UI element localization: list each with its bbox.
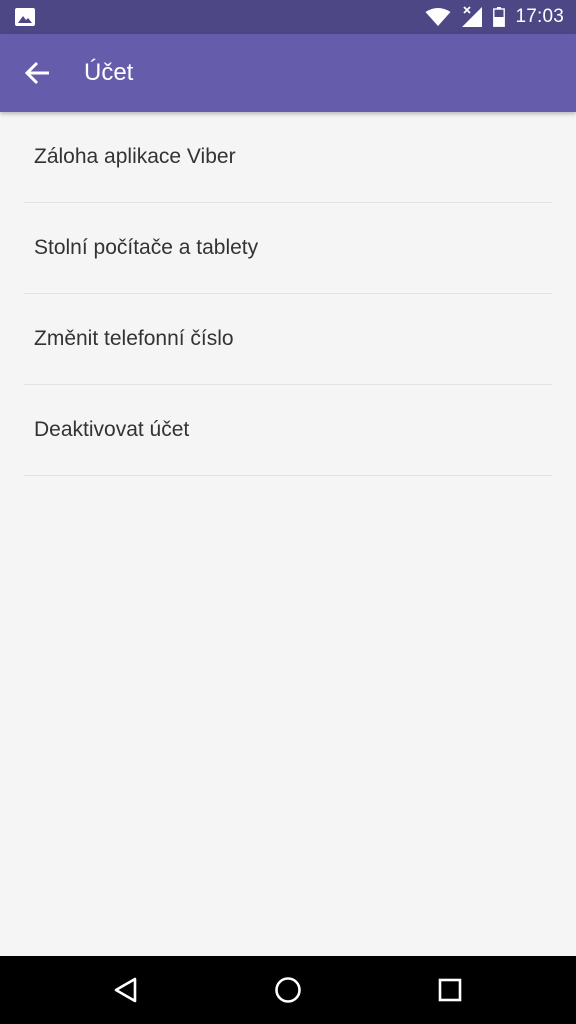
app-bar: Účet — [0, 34, 576, 112]
list-item-label: Deaktivovat účet — [34, 418, 190, 441]
recents-square-icon — [438, 978, 462, 1002]
status-time: 17:03 — [515, 6, 564, 27]
home-circle-icon — [275, 977, 301, 1003]
battery-icon — [493, 7, 506, 27]
wifi-icon — [425, 8, 451, 26]
list-item-change-phone-number[interactable]: Změnit telefonní číslo — [24, 294, 552, 385]
list-item-label: Stolní počítače a tablety — [34, 236, 259, 259]
list-item-backup[interactable]: Záloha aplikace Viber — [24, 112, 552, 203]
list-item-desktops-tablets[interactable]: Stolní počítače a tablety — [24, 203, 552, 294]
arrow-back-icon — [25, 61, 49, 85]
image-notification-icon — [15, 8, 35, 26]
signal-icon — [462, 6, 483, 27]
account-settings-list: Záloha aplikace Viber Stolní počítače a … — [0, 112, 576, 476]
page-title: Účet — [84, 59, 134, 86]
list-item-label: Záloha aplikace Viber — [34, 145, 236, 168]
nav-back-button[interactable] — [106, 970, 146, 1010]
nav-recents-button[interactable] — [430, 970, 470, 1010]
status-bar: 17:03 — [0, 0, 576, 34]
back-triangle-icon — [114, 977, 137, 1003]
list-item-label: Změnit telefonní číslo — [34, 327, 234, 350]
status-right: 17:03 — [425, 0, 564, 34]
list-item-deactivate-account[interactable]: Deaktivovat účet — [24, 385, 552, 476]
system-nav-bar — [0, 956, 576, 1024]
nav-home-button[interactable] — [268, 970, 308, 1010]
back-button[interactable] — [20, 55, 56, 91]
